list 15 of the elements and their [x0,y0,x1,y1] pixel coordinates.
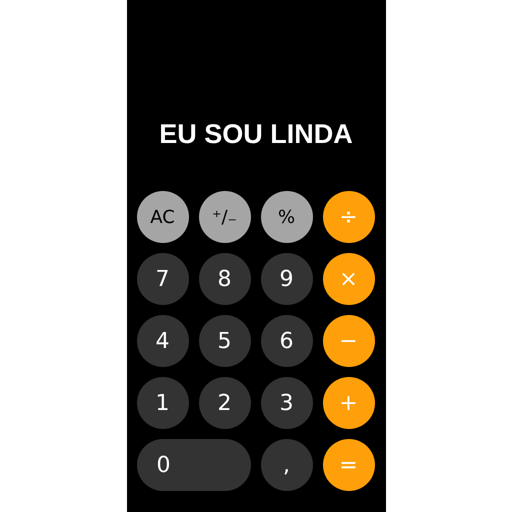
function-key[interactable]: % [260,191,312,243]
digit-key[interactable]: 5 [198,315,250,367]
function-key[interactable]: AC [136,191,188,243]
digit-key[interactable]: 7 [136,253,188,305]
digit-key[interactable]: 8 [198,253,250,305]
digit-key[interactable]: 9 [260,253,312,305]
digit-key[interactable]: , [260,439,312,491]
digit-key[interactable]: 1 [136,377,188,429]
display-text: EU SOU LINDA [159,119,353,150]
digit-key[interactable]: 4 [136,315,188,367]
digit-key[interactable]: 0 [136,439,250,491]
digit-key[interactable]: 3 [260,377,312,429]
function-key[interactable]: ⁺∕₋ [198,191,250,243]
digit-key[interactable]: 2 [198,377,250,429]
digit-key[interactable]: 6 [260,315,312,367]
